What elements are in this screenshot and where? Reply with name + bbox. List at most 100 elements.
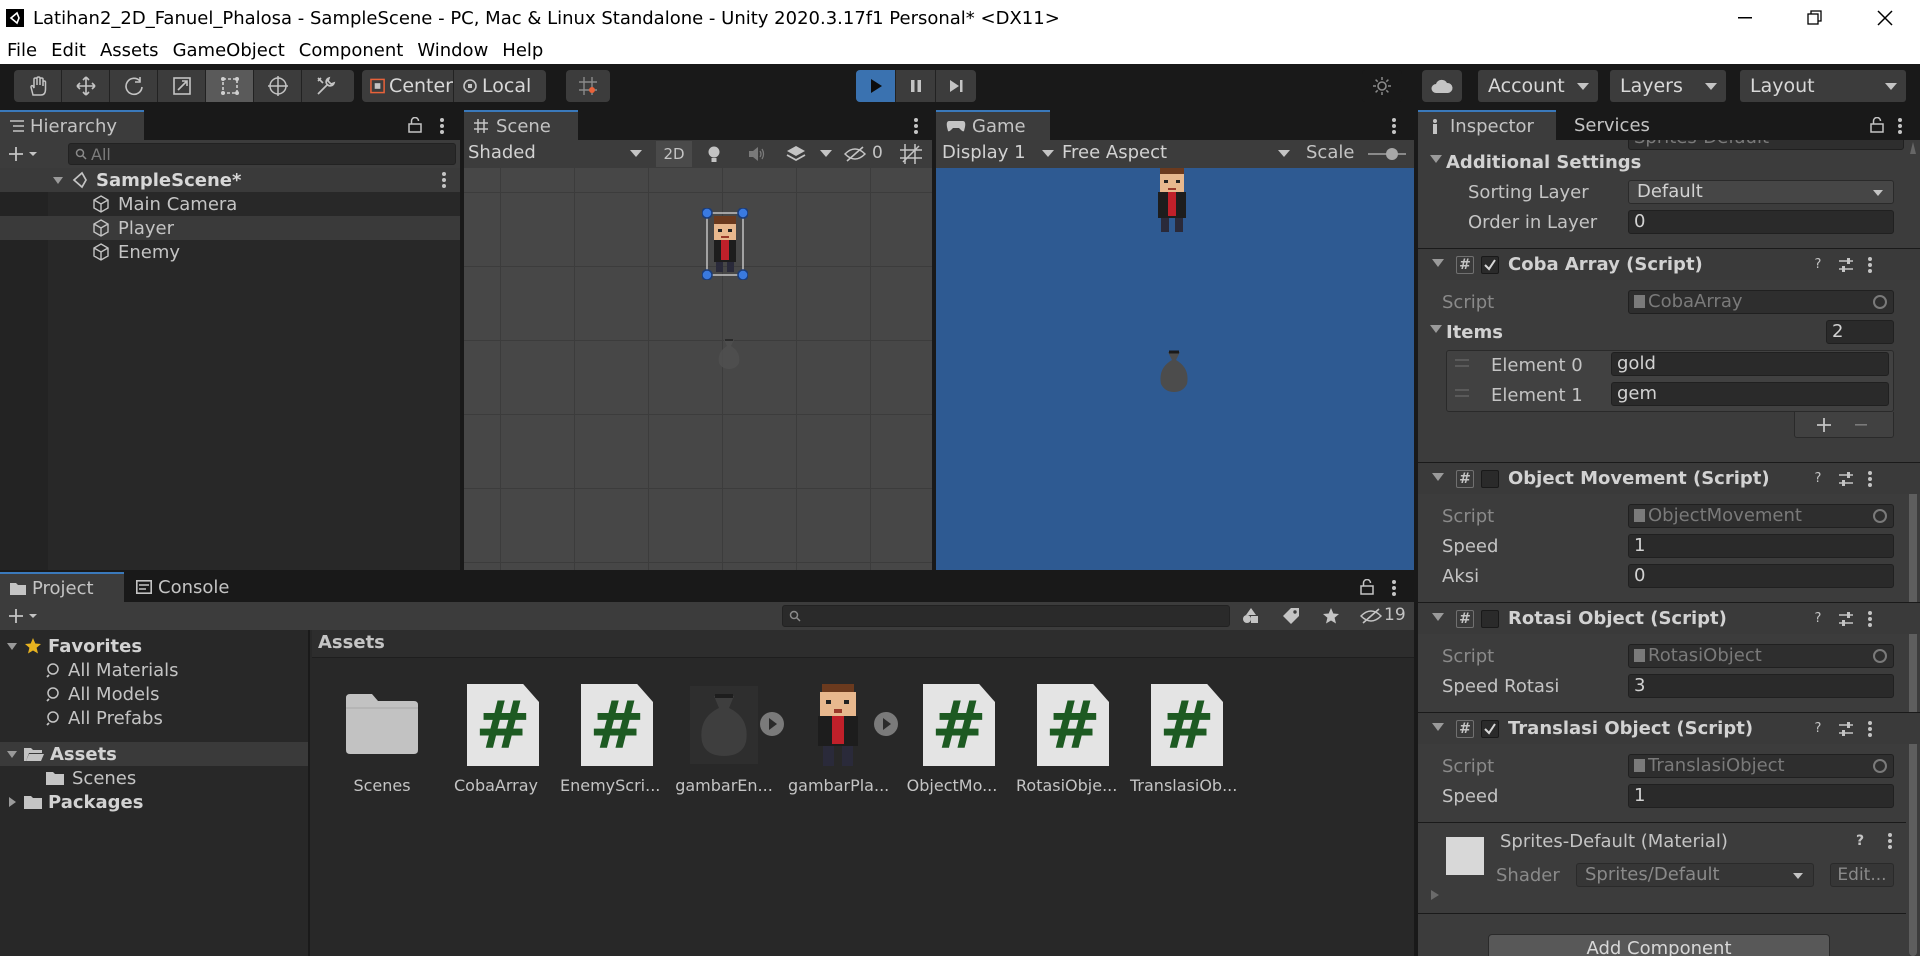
- shader-dropdown[interactable]: Sprites/Default: [1576, 863, 1814, 887]
- collapsed-arrow-icon[interactable]: [1430, 889, 1440, 901]
- enable-checkbox[interactable]: [1481, 470, 1499, 488]
- help-icon[interactable]: ?: [1810, 611, 1826, 627]
- object-picker-icon[interactable]: [1873, 295, 1887, 309]
- tab-inspector[interactable]: Inspector: [1418, 110, 1556, 140]
- step-button[interactable]: [936, 70, 976, 102]
- order-in-layer-input[interactable]: 0: [1628, 210, 1894, 234]
- expand-sprite-icon[interactable]: [874, 712, 898, 736]
- sorting-layer-dropdown[interactable]: Default: [1628, 180, 1894, 204]
- chevron-down-icon[interactable]: [820, 150, 832, 158]
- grid-snap-button[interactable]: [566, 70, 610, 102]
- effects-layers-icon[interactable]: [786, 145, 806, 163]
- material-preview-swatch[interactable]: [1446, 837, 1484, 875]
- play-button[interactable]: [856, 70, 896, 102]
- account-dropdown[interactable]: Account: [1478, 70, 1598, 102]
- tab-game[interactable]: Game: [936, 110, 1050, 140]
- tab-services[interactable]: Services: [1560, 110, 1680, 140]
- component-menu-icon[interactable]: [1868, 611, 1872, 627]
- folder-scenes[interactable]: Scenes: [0, 766, 136, 790]
- enemy-bag-sprite[interactable]: [714, 336, 744, 370]
- favorite-star-icon[interactable]: [1322, 607, 1340, 625]
- minimize-button[interactable]: [1710, 0, 1780, 36]
- collab-button[interactable]: [1422, 70, 1462, 102]
- component-header-translasi-object[interactable]: # Translasi Object (Script) ?: [1418, 712, 1920, 744]
- tab-hierarchy[interactable]: Hierarchy: [0, 110, 144, 140]
- items-size-input[interactable]: 2: [1826, 320, 1894, 344]
- restore-button[interactable]: [1780, 0, 1850, 36]
- menu-component[interactable]: Component: [292, 40, 411, 61]
- component-menu-icon[interactable]: [1868, 721, 1872, 737]
- menu-help[interactable]: Help: [495, 40, 550, 61]
- presets-sliders-icon[interactable]: [1838, 611, 1854, 627]
- element-input[interactable]: gem: [1611, 382, 1889, 406]
- expand-sprite-icon[interactable]: [760, 712, 784, 736]
- aspect-dropdown[interactable]: Free Aspect: [1062, 142, 1296, 166]
- drag-handle-icon[interactable]: [1455, 359, 1469, 367]
- hierarchy-menu-icon[interactable]: [440, 118, 444, 134]
- scene-viewport[interactable]: [464, 168, 932, 570]
- rotate-tool-button[interactable]: [110, 70, 158, 102]
- lock-icon[interactable]: [1360, 579, 1374, 595]
- scroll-up-arrow-icon[interactable]: [1910, 142, 1916, 154]
- game-viewport[interactable]: [936, 168, 1414, 570]
- material-menu-icon[interactable]: [1888, 833, 1892, 849]
- favorites-header[interactable]: Favorites: [0, 634, 142, 658]
- shader-edit-button[interactable]: Edit...: [1830, 863, 1894, 887]
- foldout-arrow-icon[interactable]: [1432, 473, 1444, 481]
- lighting-bulb-icon[interactable]: [706, 145, 722, 163]
- breadcrumb-assets[interactable]: Assets: [318, 632, 385, 653]
- scale-tool-button[interactable]: [158, 70, 206, 102]
- shading-mode-dropdown[interactable]: Shaded: [468, 142, 648, 166]
- object-picker-icon[interactable]: [1873, 759, 1887, 773]
- filter-by-type-icon[interactable]: [1242, 607, 1260, 625]
- inspector-menu-icon[interactable]: [1898, 118, 1902, 134]
- hidden-objects-toggle[interactable]: 0: [844, 143, 896, 165]
- scale-slider-thumb[interactable]: [1386, 148, 1398, 160]
- project-hidden-toggle[interactable]: 19: [1360, 605, 1414, 627]
- display-dropdown[interactable]: Display 1: [942, 142, 1054, 166]
- label-tag-icon[interactable]: [1282, 607, 1300, 625]
- folder-packages[interactable]: Packages: [0, 790, 143, 814]
- foldout-arrow-icon[interactable]: [1432, 613, 1444, 621]
- menu-assets[interactable]: Assets: [93, 40, 166, 61]
- pivot-local-button[interactable]: Local: [454, 70, 546, 102]
- game-menu-icon[interactable]: [1392, 118, 1396, 134]
- foldout-arrow-icon[interactable]: [1432, 723, 1444, 731]
- object-picker-icon[interactable]: [1873, 509, 1887, 523]
- hierarchy-scene-row[interactable]: SampleScene*: [0, 168, 460, 192]
- items-foldout-arrow-icon[interactable]: [1430, 324, 1442, 334]
- component-header-rotasi-object[interactable]: # Rotasi Object (Script) ?: [1418, 602, 1920, 634]
- add-icon[interactable]: [8, 608, 38, 624]
- enable-checkbox[interactable]: [1481, 256, 1499, 274]
- plus-icon[interactable]: [1817, 418, 1831, 432]
- menu-edit[interactable]: Edit: [44, 40, 93, 61]
- enable-checkbox[interactable]: [1481, 610, 1499, 628]
- add-icon[interactable]: [8, 146, 38, 162]
- player-sprite[interactable]: [702, 208, 748, 280]
- tab-console[interactable]: Console: [126, 572, 246, 602]
- help-icon[interactable]: ?: [1810, 471, 1826, 487]
- enable-checkbox[interactable]: [1481, 720, 1499, 738]
- speed-input[interactable]: 1: [1628, 534, 1894, 558]
- favorite-all-materials[interactable]: All Materials: [0, 658, 179, 682]
- close-button[interactable]: [1850, 0, 1920, 36]
- custom-tool-button[interactable]: [302, 70, 350, 102]
- audio-icon[interactable]: [748, 146, 766, 162]
- component-menu-icon[interactable]: [1868, 471, 1872, 487]
- object-picker-icon[interactable]: [1873, 649, 1887, 663]
- cloud-diagnostics-button[interactable]: [1362, 70, 1402, 102]
- gizmos-icon[interactable]: [900, 144, 922, 164]
- pivot-center-button[interactable]: Center: [362, 70, 454, 102]
- tab-project[interactable]: Project: [0, 572, 124, 602]
- help-icon[interactable]: ?: [1810, 257, 1826, 273]
- help-icon[interactable]: ?: [1856, 833, 1864, 849]
- hierarchy-item-main-camera[interactable]: Main Camera: [0, 192, 460, 216]
- project-search-input[interactable]: [782, 605, 1230, 627]
- lock-icon[interactable]: [1870, 117, 1884, 133]
- presets-sliders-icon[interactable]: [1838, 471, 1854, 487]
- favorite-all-models[interactable]: All Models: [0, 682, 159, 706]
- speed-input[interactable]: 1: [1628, 784, 1894, 808]
- pause-button[interactable]: [896, 70, 936, 102]
- transform-tool-button[interactable]: [254, 70, 302, 102]
- layers-dropdown[interactable]: Layers: [1610, 70, 1726, 102]
